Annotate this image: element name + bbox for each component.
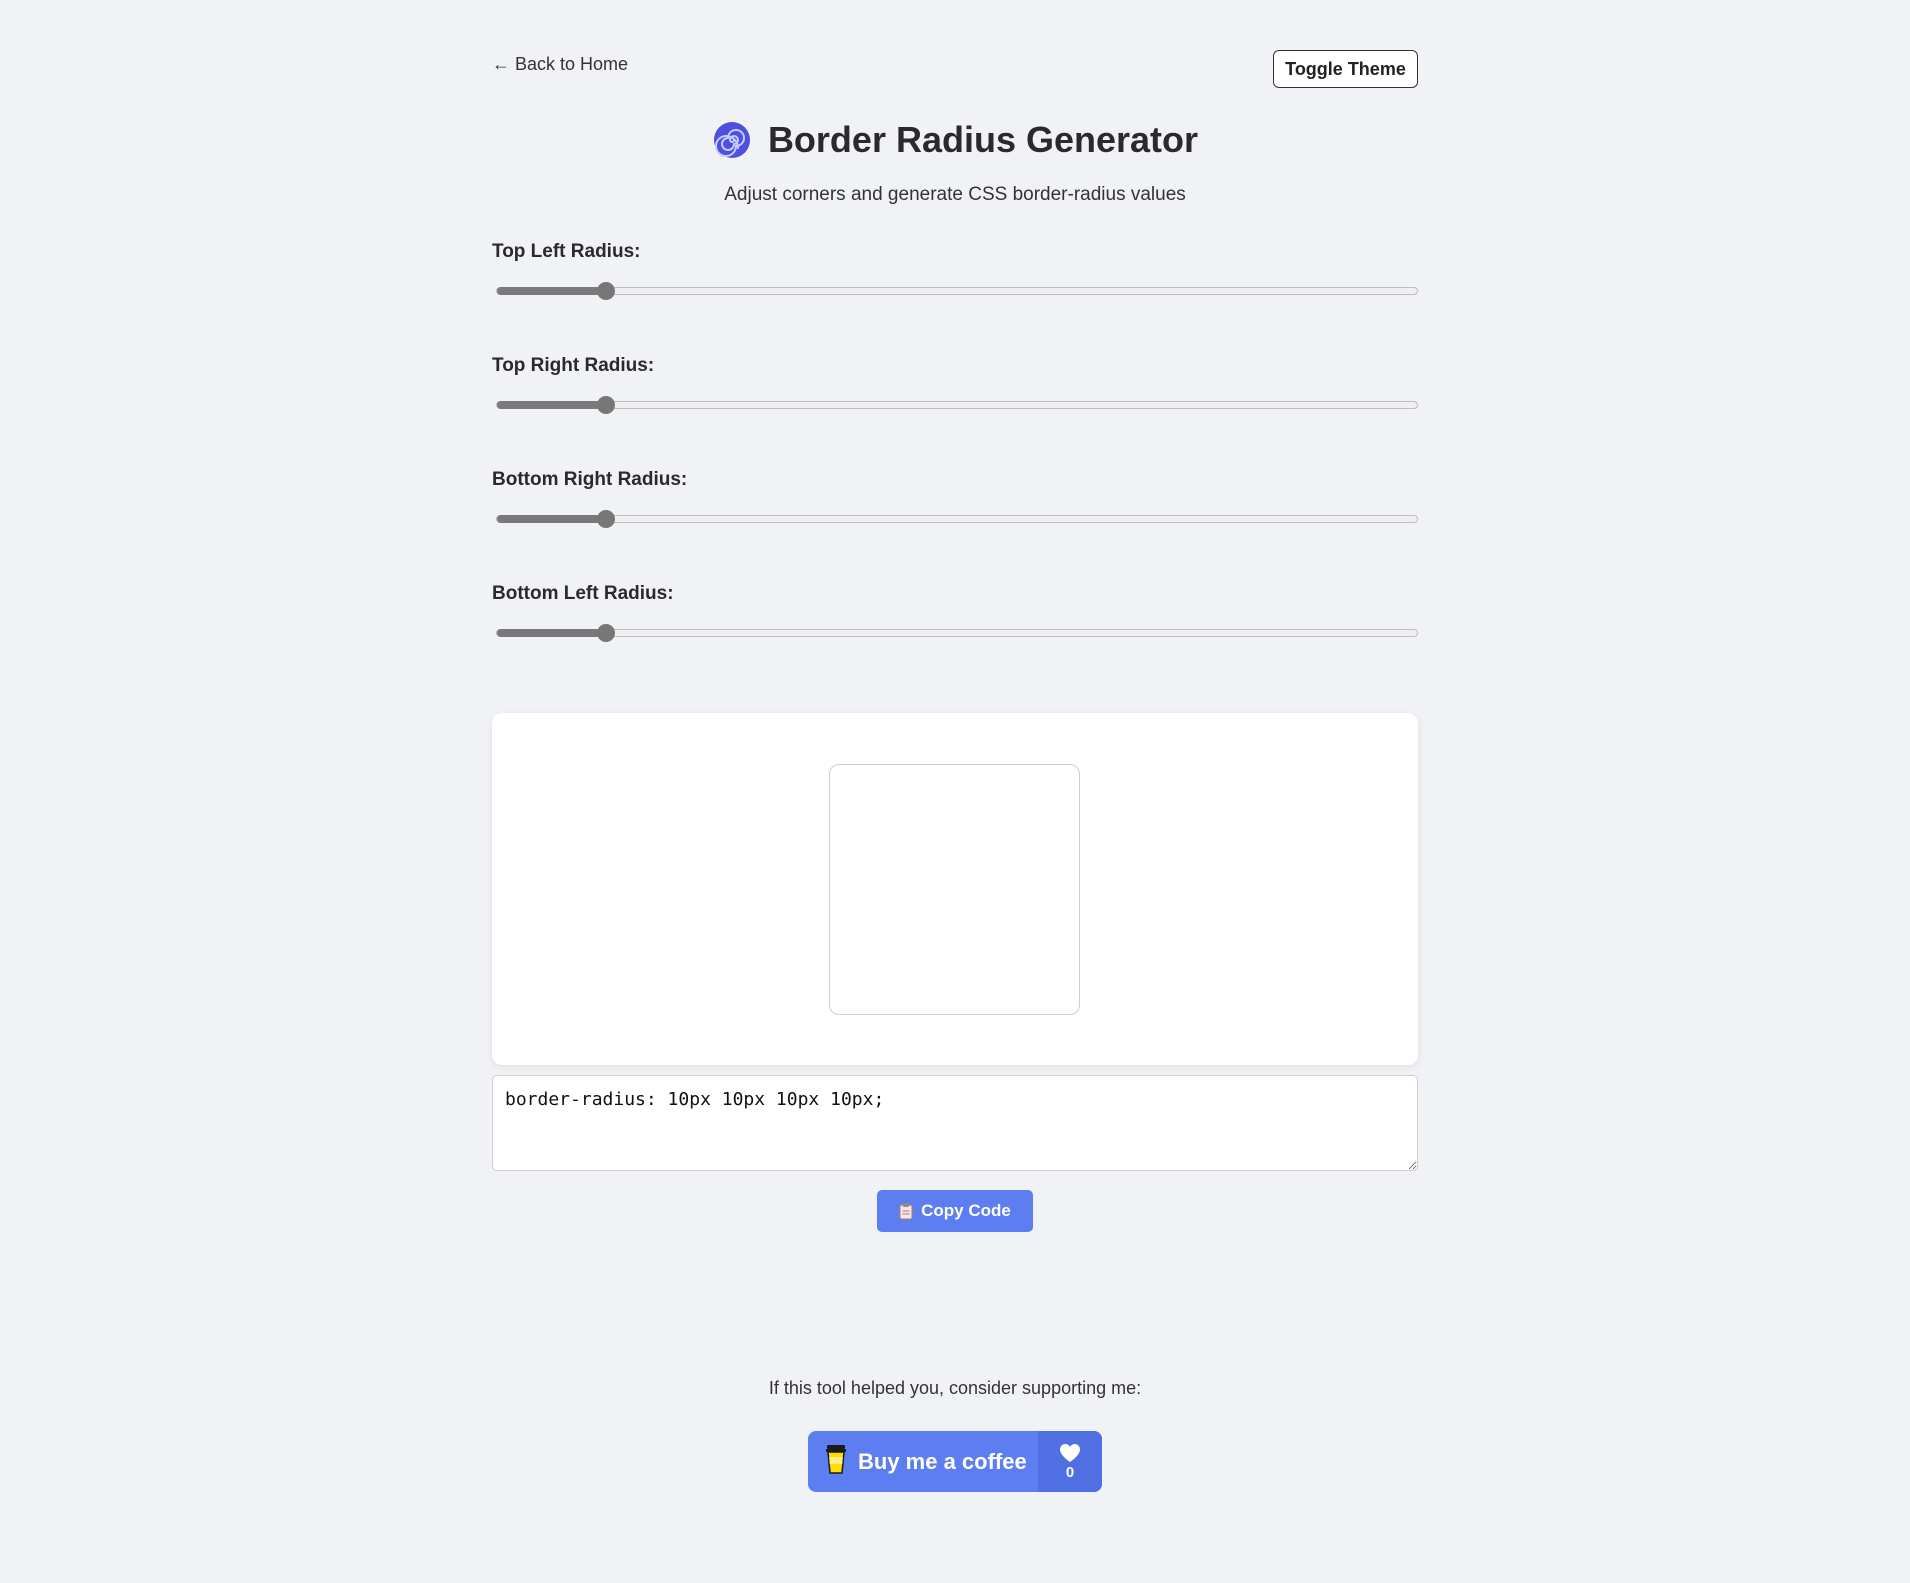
coffee-label: Buy me a coffee xyxy=(858,1448,1027,1474)
like-count: 0 xyxy=(1065,1463,1075,1481)
slider-label-top-left: Top Left Radius: xyxy=(492,241,641,262)
coffee-cup-icon xyxy=(824,1443,848,1480)
slider-group-top-right: Top Right Radius: xyxy=(492,354,1418,454)
bottom-right-radius-slider[interactable] xyxy=(496,510,1418,528)
support-text: If this tool helped you, consider suppor… xyxy=(768,1378,1142,1398)
slider-group-bottom-left: Bottom Left Radius: xyxy=(492,582,1418,682)
preview-card xyxy=(492,713,1418,1065)
slider-label-bottom-left: Bottom Left Radius: xyxy=(492,583,674,604)
buy-me-a-coffee-button[interactable]: Buy me a coffee 0 xyxy=(808,1431,1102,1492)
page-container: ← Back to Home Toggle Theme Border Radiu… xyxy=(492,0,1418,1583)
heart-icon xyxy=(1059,1443,1081,1463)
slider-fill xyxy=(497,515,606,523)
copy-code-button[interactable]: Copy Code xyxy=(877,1190,1033,1232)
css-output-textarea[interactable]: border-radius: 10px 10px 10px 10px; xyxy=(492,1075,1418,1171)
slider-thumb[interactable] xyxy=(597,510,615,528)
slider-fill xyxy=(497,287,606,295)
slider-fill xyxy=(497,401,606,409)
spiral-icon xyxy=(712,120,752,160)
slider-group-top-left: Top Left Radius: xyxy=(492,240,1418,340)
top-left-radius-slider[interactable] xyxy=(496,282,1418,300)
slider-thumb[interactable] xyxy=(597,396,615,414)
page-title: Border Radius Generator xyxy=(767,119,1199,160)
copy-code-label: Copy Code xyxy=(921,1201,1011,1220)
toggle-theme-button[interactable]: Toggle Theme xyxy=(1273,50,1418,88)
slider-thumb[interactable] xyxy=(597,282,615,300)
slider-group-bottom-right: Bottom Right Radius: xyxy=(492,468,1418,568)
back-to-home-link[interactable]: ← Back to Home xyxy=(492,52,628,76)
slider-label-bottom-right: Bottom Right Radius: xyxy=(492,469,688,490)
coffee-main: Buy me a coffee xyxy=(808,1431,1038,1492)
page-subtitle: Adjust corners and generate CSS border-r… xyxy=(724,184,1186,205)
like-counter: 0 xyxy=(1038,1431,1102,1492)
slider-fill xyxy=(497,629,606,637)
title-row: Border Radius Generator xyxy=(492,112,1418,168)
bottom-left-radius-slider[interactable] xyxy=(496,624,1418,642)
top-right-radius-slider[interactable] xyxy=(496,396,1418,414)
clipboard-icon xyxy=(899,1202,913,1220)
slider-label-top-right: Top Right Radius: xyxy=(492,355,655,376)
preview-box xyxy=(829,764,1080,1015)
slider-thumb[interactable] xyxy=(597,624,615,642)
